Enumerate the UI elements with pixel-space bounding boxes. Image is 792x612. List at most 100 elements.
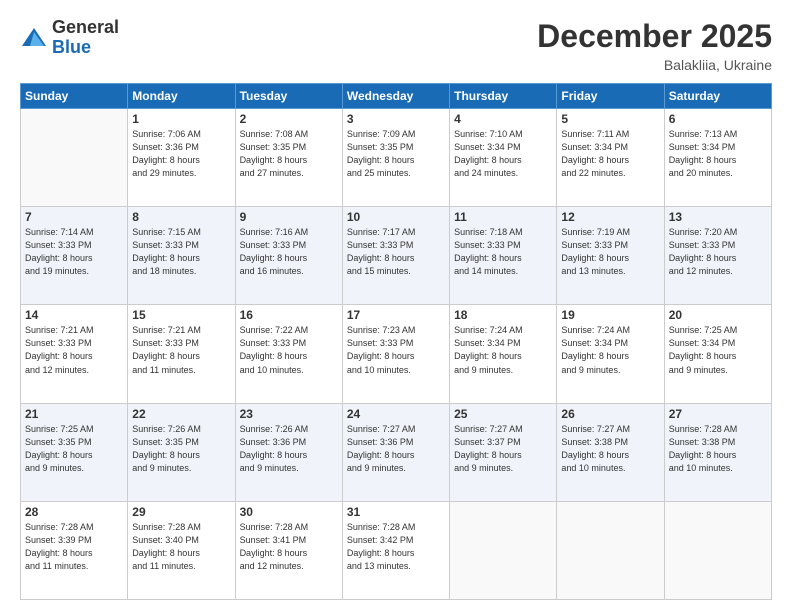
calendar-day-cell: 28 Sunrise: 7:28 AM Sunset: 3:39 PM Dayli… — [21, 501, 128, 599]
logo: General Blue — [20, 18, 119, 58]
calendar-day-cell: 18 Sunrise: 7:24 AM Sunset: 3:34 PM Dayli… — [450, 305, 557, 403]
day-number: 13 — [669, 210, 767, 224]
calendar-day-cell: 6 Sunrise: 7:13 AM Sunset: 3:34 PM Daylig… — [664, 109, 771, 207]
calendar-day-cell — [664, 501, 771, 599]
day-info: Sunrise: 7:22 AM Sunset: 3:33 PM Dayligh… — [240, 324, 338, 376]
calendar-day-cell: 8 Sunrise: 7:15 AM Sunset: 3:33 PM Daylig… — [128, 207, 235, 305]
day-info: Sunrise: 7:28 AM Sunset: 3:40 PM Dayligh… — [132, 521, 230, 573]
calendar-week-row: 7Sunrise: 7:14 AM Sunset: 3:33 PM Daylig… — [21, 207, 772, 305]
day-info: Sunrise: 7:13 AM Sunset: 3:34 PM Dayligh… — [669, 128, 767, 180]
day-header-monday: Monday — [128, 84, 235, 109]
day-number: 3 — [347, 112, 445, 126]
calendar-day-cell: 19Sunrise: 7:24 AM Sunset: 3:34 PM Dayli… — [557, 305, 664, 403]
day-header-thursday: Thursday — [450, 84, 557, 109]
calendar-day-cell: 29 Sunrise: 7:28 AM Sunset: 3:40 PM Dayli… — [128, 501, 235, 599]
calendar-day-cell: 22 Sunrise: 7:26 AM Sunset: 3:35 PM Dayli… — [128, 403, 235, 501]
day-number: 5 — [561, 112, 659, 126]
day-info: Sunrise: 7:17 AM Sunset: 3:33 PM Dayligh… — [347, 226, 445, 278]
day-number: 14 — [25, 308, 123, 322]
calendar-day-cell — [557, 501, 664, 599]
calendar-day-cell: 2Sunrise: 7:08 AM Sunset: 3:35 PM Daylig… — [235, 109, 342, 207]
day-number: 1 — [132, 112, 230, 126]
logo-text: General Blue — [52, 18, 119, 58]
day-info: Sunrise: 7:15 AM Sunset: 3:33 PM Dayligh… — [132, 226, 230, 278]
day-info: Sunrise: 7:24 AM Sunset: 3:34 PM Dayligh… — [454, 324, 552, 376]
day-info: Sunrise: 7:10 AM Sunset: 3:34 PM Dayligh… — [454, 128, 552, 180]
calendar-day-cell: 13 Sunrise: 7:20 AM Sunset: 3:33 PM Dayli… — [664, 207, 771, 305]
month-title: December 2025 — [537, 18, 772, 55]
calendar-day-cell: 10 Sunrise: 7:17 AM Sunset: 3:33 PM Dayli… — [342, 207, 449, 305]
calendar-day-cell: 31Sunrise: 7:28 AM Sunset: 3:42 PM Dayli… — [342, 501, 449, 599]
day-number: 11 — [454, 210, 552, 224]
day-info: Sunrise: 7:26 AM Sunset: 3:36 PM Dayligh… — [240, 423, 338, 475]
calendar-day-cell: 16 Sunrise: 7:22 AM Sunset: 3:33 PM Dayli… — [235, 305, 342, 403]
day-number: 26 — [561, 407, 659, 421]
day-info: Sunrise: 7:14 AM Sunset: 3:33 PM Dayligh… — [25, 226, 123, 278]
day-number: 12 — [561, 210, 659, 224]
calendar-day-cell: 26 Sunrise: 7:27 AM Sunset: 3:38 PM Dayli… — [557, 403, 664, 501]
day-info: Sunrise: 7:11 AM Sunset: 3:34 PM Dayligh… — [561, 128, 659, 180]
day-info: Sunrise: 7:25 AM Sunset: 3:34 PM Dayligh… — [669, 324, 767, 376]
calendar-day-cell: 9Sunrise: 7:16 AM Sunset: 3:33 PM Daylig… — [235, 207, 342, 305]
calendar-day-cell: 4 Sunrise: 7:10 AM Sunset: 3:34 PM Daylig… — [450, 109, 557, 207]
calendar-day-cell: 21 Sunrise: 7:25 AM Sunset: 3:35 PM Dayli… — [21, 403, 128, 501]
calendar-day-cell: 20Sunrise: 7:25 AM Sunset: 3:34 PM Dayli… — [664, 305, 771, 403]
day-number: 18 — [454, 308, 552, 322]
day-number: 8 — [132, 210, 230, 224]
day-number: 4 — [454, 112, 552, 126]
header: General Blue December 2025 Balakliia, Uk… — [20, 18, 772, 73]
day-info: Sunrise: 7:23 AM Sunset: 3:33 PM Dayligh… — [347, 324, 445, 376]
day-number: 15 — [132, 308, 230, 322]
day-number: 22 — [132, 407, 230, 421]
calendar-day-cell: 23 Sunrise: 7:26 AM Sunset: 3:36 PM Dayli… — [235, 403, 342, 501]
calendar-day-cell: 3 Sunrise: 7:09 AM Sunset: 3:35 PM Daylig… — [342, 109, 449, 207]
day-info: Sunrise: 7:25 AM Sunset: 3:35 PM Dayligh… — [25, 423, 123, 475]
day-info: Sunrise: 7:28 AM Sunset: 3:42 PM Dayligh… — [347, 521, 445, 573]
day-info: Sunrise: 7:28 AM Sunset: 3:38 PM Dayligh… — [669, 423, 767, 475]
day-number: 16 — [240, 308, 338, 322]
logo-icon — [20, 24, 48, 52]
calendar-day-cell: 7Sunrise: 7:14 AM Sunset: 3:33 PM Daylig… — [21, 207, 128, 305]
day-number: 28 — [25, 505, 123, 519]
day-number: 30 — [240, 505, 338, 519]
day-info: Sunrise: 7:28 AM Sunset: 3:39 PM Dayligh… — [25, 521, 123, 573]
calendar-day-cell: 24Sunrise: 7:27 AM Sunset: 3:36 PM Dayli… — [342, 403, 449, 501]
calendar-header-row: SundayMondayTuesdayWednesdayThursdayFrid… — [21, 84, 772, 109]
day-info: Sunrise: 7:27 AM Sunset: 3:38 PM Dayligh… — [561, 423, 659, 475]
calendar-day-cell: 12 Sunrise: 7:19 AM Sunset: 3:33 PM Dayli… — [557, 207, 664, 305]
day-number: 6 — [669, 112, 767, 126]
day-number: 29 — [132, 505, 230, 519]
logo-general: General — [52, 18, 119, 38]
day-info: Sunrise: 7:18 AM Sunset: 3:33 PM Dayligh… — [454, 226, 552, 278]
day-number: 17 — [347, 308, 445, 322]
day-info: Sunrise: 7:27 AM Sunset: 3:37 PM Dayligh… — [454, 423, 552, 475]
calendar-week-row: 1Sunrise: 7:06 AM Sunset: 3:36 PM Daylig… — [21, 109, 772, 207]
day-number: 21 — [25, 407, 123, 421]
location: Balakliia, Ukraine — [537, 57, 772, 73]
logo-blue: Blue — [52, 38, 119, 58]
day-number: 23 — [240, 407, 338, 421]
calendar-week-row: 28 Sunrise: 7:28 AM Sunset: 3:39 PM Dayli… — [21, 501, 772, 599]
day-info: Sunrise: 7:20 AM Sunset: 3:33 PM Dayligh… — [669, 226, 767, 278]
calendar-day-cell: 17 Sunrise: 7:23 AM Sunset: 3:33 PM Dayli… — [342, 305, 449, 403]
title-block: December 2025 Balakliia, Ukraine — [537, 18, 772, 73]
calendar-day-cell — [450, 501, 557, 599]
day-info: Sunrise: 7:21 AM Sunset: 3:33 PM Dayligh… — [132, 324, 230, 376]
day-number: 19 — [561, 308, 659, 322]
calendar-day-cell: 27 Sunrise: 7:28 AM Sunset: 3:38 PM Dayli… — [664, 403, 771, 501]
day-number: 24 — [347, 407, 445, 421]
calendar-day-cell: 15 Sunrise: 7:21 AM Sunset: 3:33 PM Dayli… — [128, 305, 235, 403]
day-info: Sunrise: 7:19 AM Sunset: 3:33 PM Dayligh… — [561, 226, 659, 278]
calendar-day-cell: 14 Sunrise: 7:21 AM Sunset: 3:33 PM Dayli… — [21, 305, 128, 403]
calendar-day-cell: 25Sunrise: 7:27 AM Sunset: 3:37 PM Dayli… — [450, 403, 557, 501]
day-info: Sunrise: 7:09 AM Sunset: 3:35 PM Dayligh… — [347, 128, 445, 180]
day-header-saturday: Saturday — [664, 84, 771, 109]
calendar-week-row: 14 Sunrise: 7:21 AM Sunset: 3:33 PM Dayli… — [21, 305, 772, 403]
day-info: Sunrise: 7:21 AM Sunset: 3:33 PM Dayligh… — [25, 324, 123, 376]
day-info: Sunrise: 7:26 AM Sunset: 3:35 PM Dayligh… — [132, 423, 230, 475]
day-number: 10 — [347, 210, 445, 224]
day-number: 27 — [669, 407, 767, 421]
calendar: SundayMondayTuesdayWednesdayThursdayFrid… — [20, 83, 772, 600]
calendar-day-cell: 1Sunrise: 7:06 AM Sunset: 3:36 PM Daylig… — [128, 109, 235, 207]
calendar-day-cell: 30Sunrise: 7:28 AM Sunset: 3:41 PM Dayli… — [235, 501, 342, 599]
